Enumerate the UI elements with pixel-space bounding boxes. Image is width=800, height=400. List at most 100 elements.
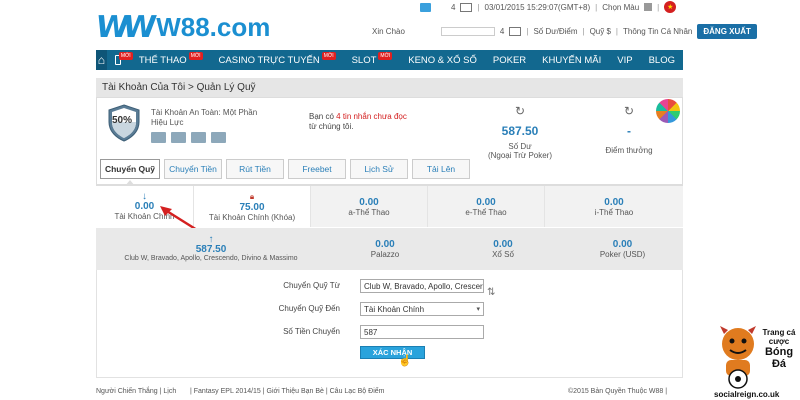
footer-links-mid[interactable]: | Fantasy EPL 2014/15 | Giới Thiệu Bạn B… (190, 388, 384, 395)
wm-line-2: cược (768, 337, 790, 346)
swap-icon[interactable]: ⇅ (487, 287, 495, 298)
breadcrumb: Tài Khoản Của Tôi > Quản Lý Quỹ (96, 78, 683, 97)
nav-item-keno[interactable]: KENO & XỔ SỐ (400, 50, 485, 70)
msg-highlight[interactable]: 4 tin nhắn chưa đọc (336, 112, 407, 121)
nav-item-vip[interactable]: VIP (609, 50, 640, 70)
wm-line-4: Đá (771, 358, 787, 370)
wallet-row-2: ↑ 587.50 Club W, Bravado, Apollo, Cresce… (96, 228, 683, 270)
wm-line-3: Bóng (764, 346, 794, 358)
security-percent: 50% (112, 115, 133, 126)
site-logo[interactable]: WW W88.com (94, 10, 271, 45)
color-swatch-icon[interactable] (644, 3, 653, 11)
tab-withdraw[interactable]: Rút Tiền (226, 159, 284, 179)
security-line-1: Tài Khoản An Toàn: Một Phần (151, 108, 258, 117)
from-select-value: Club W, Bravado, Apollo, Crescer (364, 281, 483, 291)
wallet-label: Xổ Số (492, 250, 514, 259)
wallet-main-locked[interactable]: 🔒︎ 75.00 Tài Khoản Chính (Khóa) (194, 186, 311, 227)
main-nav: ⌂ MỚI THỂ THAO MỚI CASINO TRỰC TUYẾN MỚI… (96, 50, 683, 70)
mail-count[interactable]: 4 (500, 27, 504, 36)
datetime: 03/01/2015 15:29:07(GMT+8) (484, 2, 591, 12)
refresh-icon[interactable]: ↻ (594, 104, 664, 118)
from-select[interactable]: Club W, Bravado, Apollo, Crescer ▾ (360, 279, 484, 293)
nav-item-label: THỂ THAO (138, 54, 187, 66)
phone-verify-icon[interactable] (191, 132, 206, 143)
wallet-label: Tài Khoản Chính (Khóa) (208, 212, 296, 222)
balance-label: Số Dư (508, 142, 532, 151)
from-label: Chuyển Quỹ Từ (283, 281, 340, 290)
lucky-wheel-icon[interactable] (656, 99, 680, 123)
wallet-poker[interactable]: 0.00 Poker (USD) (562, 228, 683, 270)
fund-tabs: Chuyển Quỹ Chuyển Tiền Rút Tiền Freebet … (100, 159, 470, 179)
nav-item-slot[interactable]: SLOT MỚI (344, 50, 401, 70)
wallet-palazzo[interactable]: 0.00 Palazzo (326, 228, 444, 270)
tab-transfer-fund[interactable]: Chuyển Quỹ (100, 159, 160, 179)
top-bar: 4 | 03/01/2015 15:29:07(GMT+8) | Chọn Mà… (420, 1, 677, 13)
confirm-button[interactable]: XÁC NHẬN (360, 346, 425, 359)
wallet-value: 0.00 (493, 239, 513, 250)
wallet-label: e-Thể Thao (465, 207, 507, 217)
nav-item-label: KENO & XỔ SỐ (408, 54, 477, 66)
envelope-icon[interactable] (509, 27, 522, 36)
mail-icon[interactable] (460, 2, 473, 12)
new-badge: MỚI (378, 52, 393, 60)
tiger-mascot-icon (720, 326, 756, 389)
tab-history[interactable]: Lịch Sử (350, 159, 408, 179)
username-field (440, 27, 495, 36)
card-verify-icon[interactable] (171, 132, 186, 143)
balance-value: 587.50 (501, 124, 539, 138)
notification-count[interactable]: 4 (451, 3, 455, 12)
wallet-a-sports[interactable]: 0.00 a-Thể Thao (311, 186, 428, 227)
tab-transfer-money[interactable]: Chuyển Tiền (164, 159, 222, 179)
wallet-label: Palazzo (370, 250, 400, 259)
chat-icon[interactable] (420, 2, 431, 12)
nav-item-label: POKER (492, 54, 527, 66)
profile-link[interactable]: Thông Tin Cá Nhân (623, 27, 692, 36)
wallet-lottery[interactable]: 0.00 Xổ Số (444, 228, 562, 270)
wallet-value: 0.00 (612, 239, 633, 250)
vietnam-flag-icon[interactable]: ★ (664, 1, 677, 13)
home-icon[interactable]: ⌂ (96, 50, 107, 70)
hand-cursor-icon: ☝ (398, 355, 412, 367)
wallet-casino-group[interactable]: ↑ 587.50 Club W, Bravado, Apollo, Cresce… (96, 228, 326, 270)
greeting-row: Xin Chào 4 | Số Dư/Điểm | Quỹ $ | Thông … (372, 24, 757, 39)
nav-item-promotions[interactable]: KHUYẾN MÃI (534, 50, 609, 70)
logo-text: W88.com (156, 11, 271, 42)
nav-item-live-casino[interactable]: CASINO TRỰC TUYẾN MỚI (211, 50, 344, 70)
wallet-value: 75.00 (239, 201, 265, 213)
amount-label: Số Tiền Chuyển (283, 327, 340, 336)
watermark: Trang cá cược Bóng Đá socialreign.co.uk (712, 318, 800, 400)
logout-button[interactable]: ĐĂNG XUẤT (697, 24, 757, 39)
arrow-down-icon: ↓ (142, 190, 147, 202)
wallet-value: 587.50 (195, 244, 227, 255)
wallet-e-sports[interactable]: 0.00 e-Thể Thao (428, 186, 545, 227)
nav-item-sports[interactable]: MỚI THỂ THAO MỚI (107, 50, 211, 70)
funds-link[interactable]: Quỹ $ (590, 27, 611, 36)
to-label: Chuyển Quỹ Đến (278, 304, 340, 313)
nav-item-label: SLOT (351, 54, 377, 66)
profile-verify-icon[interactable] (151, 132, 166, 143)
points-block: ↻ - Điểm thưởng (594, 104, 664, 155)
points-label: Điểm thưởng (605, 146, 653, 155)
wallet-i-sports[interactable]: 0.00 i-Thể Thao (545, 186, 683, 227)
balance-link[interactable]: Số Dư/Điểm (533, 27, 577, 36)
email-verify-icon[interactable] (211, 132, 226, 143)
watermark-text: Trang cá cược Bóng Đá (760, 328, 798, 370)
tab-upload[interactable]: Tải Lên (412, 159, 470, 179)
unread-message-notice[interactable]: Bạn có 4 tin nhắn chưa đọc từ chúng tôi. (309, 112, 429, 132)
amount-input[interactable]: 587 (360, 325, 484, 339)
refresh-icon[interactable]: ↻ (484, 104, 556, 118)
choose-color-link[interactable]: Chọn Màu (602, 3, 639, 12)
wallet-value: 0.00 (476, 196, 496, 208)
tab-freebet[interactable]: Freebet (288, 159, 346, 179)
balance-block: ↻ 587.50 Số Dư (Ngoại Trừ Poker) (484, 104, 556, 160)
wallet-label: a-Thể Thao (348, 207, 390, 217)
lock-icon: 🔒︎ (249, 191, 255, 201)
nav-item-poker[interactable]: POKER (485, 50, 534, 70)
wallet-value: 0.00 (604, 196, 624, 208)
footer-links-left[interactable]: Người Chiến Thắng | Lịch (96, 388, 176, 395)
nav-item-label: CASINO TRỰC TUYẾN (218, 54, 320, 66)
chevron-down-icon: ▾ (476, 306, 480, 313)
wallet-label: i-Thể Thao (594, 207, 634, 217)
nav-item-blog[interactable]: BLOG (641, 50, 683, 70)
to-select[interactable]: Tài Khoản Chính ▾ (360, 302, 484, 316)
